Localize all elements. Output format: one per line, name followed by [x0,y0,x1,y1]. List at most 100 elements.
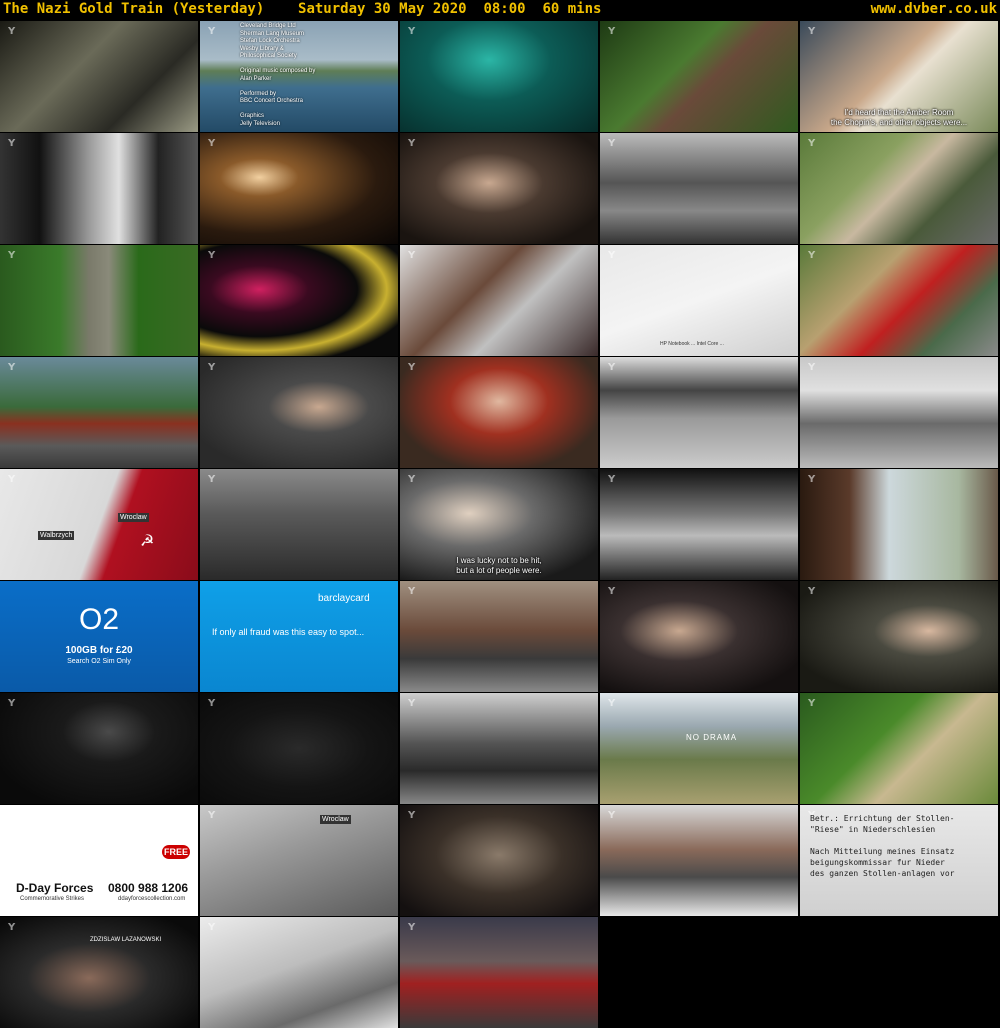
thumbnail[interactable]: Y Wroclaw [200,805,398,916]
subtitle-line: but a lot of people were. [456,566,542,575]
channel-logo-icon: Y [408,138,416,149]
thumbnail[interactable]: Y [400,917,598,1028]
thumbnail[interactable]: Y [600,133,798,244]
thumbnail[interactable]: Y Walbrzych Wroclaw ☭ [0,469,198,580]
thumbnail[interactable]: Y I'd heard that the Amber Room the Chopin… [800,21,998,132]
thumbnail[interactable]: Y [400,581,598,692]
thumbnail[interactable]: Y [600,581,798,692]
channel-logo-icon: Y [808,698,816,709]
thumbnail[interactable]: Y HP Notebook ... Intel Core ... [600,245,798,356]
channel-logo-icon: Y [8,362,16,373]
programme-time: 08:00 [483,1,526,17]
o2-search: Search O2 Sim Only [67,658,131,665]
speaker-name: ZDZISLAW LAZANOWSKI [90,937,162,943]
channel-logo-icon: Y [408,698,416,709]
channel-logo-icon: Y [208,474,216,485]
thumbnail[interactable]: Y [800,357,998,468]
barclaycard-logo: barclaycard [318,593,370,604]
caption-text: HP Notebook ... Intel Core ... [660,341,724,347]
hammer-sickle-icon: ☭ [140,533,155,550]
channel-logo-icon: Y [8,474,16,485]
programme-duration: 60 mins [542,1,602,17]
thumbnail[interactable]: Y [200,357,398,468]
thumbnail[interactable]: O2 100GB for £20 Search O2 Sim Only [0,581,198,692]
dday-free-badge: FREE [162,845,191,859]
document-text: Betr.: Errichtung der Stollen- "Riese" i… [810,814,955,878]
map-label: Wroclaw [118,513,149,522]
channel-logo-icon: Y [808,586,816,597]
subtitle-line: I'd heard that the Amber Room [844,108,954,117]
thumbnail[interactable]: Y [800,581,998,692]
channel-logo-icon: Y [408,810,416,821]
programme-info: The Nazi Gold Train (Yesterday) Saturday… [3,0,601,19]
channel-logo-icon: Y [808,26,816,37]
thumbnail[interactable]: Y Betr.: Errichtung der Stollen- "Riese" … [800,805,998,916]
thumbnail[interactable]: Y [400,21,598,132]
thumbnail[interactable]: Y [800,693,998,804]
channel-logo-icon: Y [608,362,616,373]
thumbnail[interactable]: Y [400,133,598,244]
channel-logo-icon: Y [208,26,216,37]
channel-logo-icon: Y [408,922,416,933]
barclaycard-tagline: If only all fraud was this easy to spot.… [212,627,365,637]
channel-logo-icon: Y [208,138,216,149]
thumbnail[interactable]: Y [600,357,798,468]
brand-slogan: NO DRAMA [686,733,738,742]
channel-logo-icon: Y [608,474,616,485]
thumbnail[interactable]: Y [800,469,998,580]
thumbnail[interactable]: Y [800,133,998,244]
site-link[interactable]: www.dvber.co.uk [871,0,997,19]
channel-logo-icon: Y [608,26,616,37]
programme-date: Saturday 30 May 2020 [298,1,467,17]
thumbnail[interactable]: Y [200,469,398,580]
channel-logo-icon: Y [8,250,16,261]
channel-logo-icon: Y [208,362,216,373]
thumbnail[interactable]: Y [0,21,198,132]
channel-logo-icon: Y [408,586,416,597]
credits-text: Cleveland Bridge Ltd Sherman Lang Museum… [240,23,316,127]
thumbnail[interactable]: Y [400,245,598,356]
dday-sub: Commemorative Strikes [20,896,85,902]
thumbnail[interactable]: Y I was lucky not to be hit, but a lot of … [400,469,598,580]
channel-logo-icon: Y [608,586,616,597]
subtitle-line: the Chopin's, and other objects were... [830,118,968,127]
channel-logo-icon: Y [808,250,816,261]
thumbnail[interactable]: Y ZDZISLAW LAZANOWSKI [0,917,198,1028]
thumbnail[interactable]: Y [0,245,198,356]
thumbnail[interactable]: Y [0,133,198,244]
programme-title: The Nazi Gold Train (Yesterday) [3,1,265,17]
channel-logo-icon: Y [808,362,816,373]
thumbnail[interactable]: Y [0,357,198,468]
channel-logo-icon: Y [208,698,216,709]
channel-logo-icon: Y [808,138,816,149]
subtitle-line: I was lucky not to be hit, [456,556,542,565]
channel-logo-icon: Y [8,698,16,709]
channel-logo-icon: Y [408,26,416,37]
channel-logo-icon: Y [208,922,216,933]
thumbnail[interactable]: Y [200,245,398,356]
channel-logo-icon: Y [8,138,16,149]
thumbnail[interactable]: Y [600,21,798,132]
channel-logo-icon: Y [408,250,416,261]
thumbnail[interactable]: Y [600,805,798,916]
thumbnail[interactable]: Y [400,357,598,468]
channel-logo-icon: Y [408,474,416,485]
header-bar: The Nazi Gold Train (Yesterday) Saturday… [0,0,1000,19]
channel-logo-icon: Y [608,250,616,261]
thumbnail[interactable]: Y [400,805,598,916]
thumbnail[interactable]: Y Cleveland Bridge Ltd Sherman Lang Museu… [200,21,398,132]
thumbnail[interactable]: Y [200,693,398,804]
thumbnail[interactable]: Y [200,133,398,244]
thumbnail[interactable]: D-Day Forces 0800 988 1206 Commemorative S… [0,805,198,916]
channel-logo-icon: Y [8,26,16,37]
thumbnail[interactable]: Y [600,469,798,580]
thumbnail[interactable]: Y [200,917,398,1028]
thumbnail[interactable]: Y NO DRAMA [600,693,798,804]
channel-logo-icon: Y [608,698,616,709]
channel-logo-icon: Y [608,138,616,149]
dday-phone: 0800 988 1206 [108,881,189,895]
thumbnail[interactable]: Y [800,245,998,356]
thumbnail[interactable]: Y [400,693,598,804]
thumbnail[interactable]: barclaycard If only all fraud was this ea… [200,581,398,692]
thumbnail[interactable]: Y [0,693,198,804]
